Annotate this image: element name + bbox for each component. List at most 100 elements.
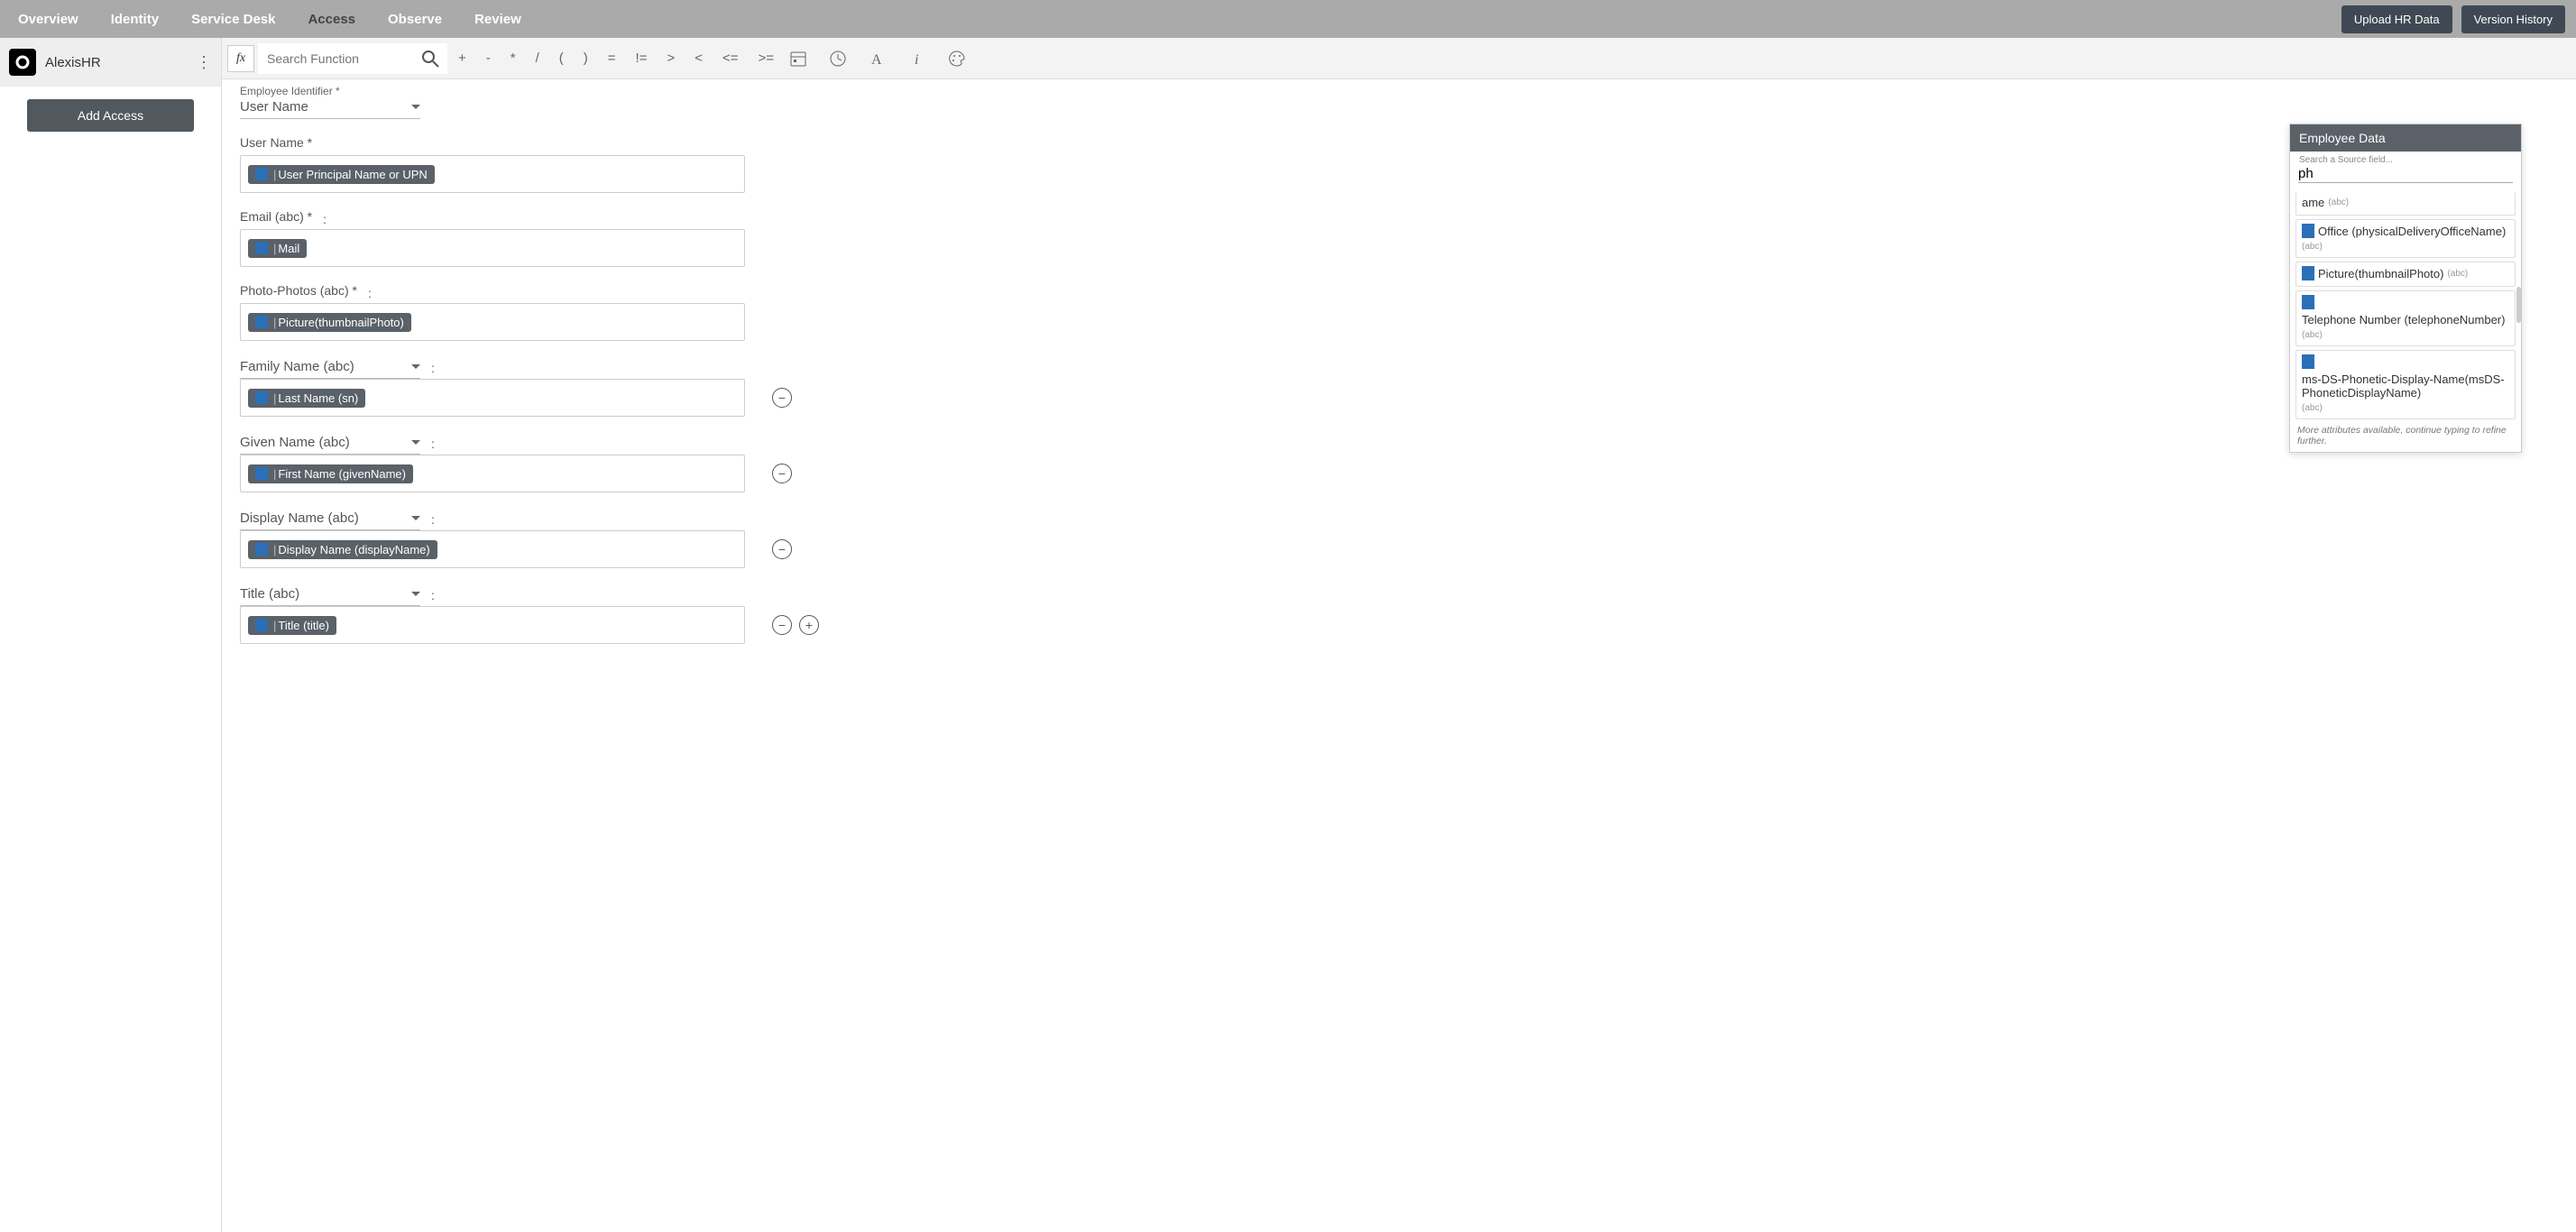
date-icon[interactable] — [785, 47, 812, 70]
remove-field-button[interactable]: − — [772, 615, 792, 635]
mapping-input[interactable]: |User Principal Name or UPN — [240, 155, 745, 193]
chip-label: Picture(thumbnailPhoto) — [278, 316, 403, 329]
operator-x[interactable]: - — [483, 49, 494, 68]
source-chip[interactable]: |Display Name (displayName) — [248, 540, 437, 559]
fx-icon[interactable]: fx — [227, 45, 254, 72]
mapping-input[interactable]: |Mail — [240, 229, 745, 267]
mapping-input[interactable]: |Title (title) — [240, 606, 745, 644]
field-group: Given Name (abc): |First Name (givenName)… — [240, 433, 1070, 492]
source-chip[interactable]: |Last Name (sn) — [248, 389, 365, 408]
panel-list: ame(abc) Office (physicalDeliveryOfficeNa… — [2290, 188, 2521, 423]
chevron-down-icon — [411, 516, 420, 520]
nav-item-review[interactable]: Review — [467, 3, 529, 36]
nav-item-overview[interactable]: Overview — [11, 3, 86, 36]
svg-text:i: i — [915, 52, 918, 68]
source-name: AlexisHR — [45, 55, 196, 70]
panel-item[interactable]: Picture(thumbnailPhoto) (abc) — [2295, 262, 2516, 287]
panel-item[interactable]: ms-DS-Phonetic-Display-Name(msDS-Phoneti… — [2295, 350, 2516, 419]
upload-hr-data-button[interactable]: Upload HR Data — [2341, 5, 2452, 33]
operator-x[interactable]: ( — [556, 49, 567, 68]
source-icon — [2302, 224, 2314, 238]
source-chip[interactable]: |User Principal Name or UPN — [248, 165, 435, 184]
mapping-input[interactable]: |First Name (givenName) — [240, 455, 745, 492]
field-label: Given Name (abc) — [240, 435, 350, 450]
field-label-select[interactable]: Title (abc) — [240, 584, 420, 606]
nav-item-observe[interactable]: Observe — [381, 3, 449, 36]
operator-x[interactable]: ) — [580, 49, 592, 68]
panel-item-label: Office (physicalDeliveryOfficeName) — [2318, 225, 2506, 238]
source-icon — [255, 391, 268, 404]
function-search-input[interactable] — [258, 43, 447, 74]
panel-item[interactable]: Office (physicalDeliveryOfficeName) (abc) — [2295, 219, 2516, 258]
chip-label: Last Name (sn) — [278, 391, 358, 405]
field-label-select[interactable]: Display Name (abc) — [240, 509, 420, 530]
operator-x[interactable]: + — [455, 49, 470, 68]
chip-label: User Principal Name or UPN — [278, 168, 427, 181]
chip-separator: | — [273, 242, 276, 255]
source-chip[interactable]: |First Name (givenName) — [248, 464, 413, 483]
mapping-input[interactable]: |Picture(thumbnailPhoto) — [240, 303, 745, 341]
svg-text:A: A — [871, 52, 882, 68]
source-chip[interactable]: |Picture(thumbnailPhoto) — [248, 313, 411, 332]
mapping-input[interactable]: |Display Name (displayName) — [240, 530, 745, 568]
field-label: Photo-Photos (abc) * — [240, 283, 357, 298]
chip-separator: | — [273, 316, 276, 329]
colon: : — [431, 437, 435, 451]
nav-item-identity[interactable]: Identity — [104, 3, 166, 36]
source-row[interactable]: AlexisHR ⋮ — [0, 38, 221, 87]
version-history-button[interactable]: Version History — [2461, 5, 2565, 33]
panel-item[interactable]: ame(abc) — [2295, 192, 2516, 216]
source-icon — [2302, 266, 2314, 280]
panel-search-input[interactable] — [2298, 165, 2513, 183]
palette-icon[interactable] — [943, 47, 971, 70]
field-label-select[interactable]: Family Name (abc) — [240, 357, 420, 379]
source-icon — [255, 168, 268, 180]
info-icon[interactable]: i — [904, 47, 931, 70]
operator-x[interactable]: / — [532, 49, 543, 68]
remove-field-button[interactable]: − — [772, 464, 792, 483]
add-access-button[interactable]: Add Access — [27, 99, 194, 132]
chip-separator: | — [273, 391, 276, 405]
panel-title: Employee Data — [2290, 124, 2521, 152]
nav-item-access[interactable]: Access — [300, 3, 363, 36]
chip-separator: | — [273, 619, 276, 632]
more-icon[interactable]: ⋮ — [196, 53, 212, 72]
source-icon — [2302, 354, 2314, 369]
font-icon[interactable]: A — [864, 47, 891, 70]
search-icon[interactable] — [420, 49, 440, 69]
panel-item-label: Picture(thumbnailPhoto) — [2318, 267, 2443, 280]
operator-xx[interactable]: <= — [719, 49, 742, 68]
remove-field-button[interactable]: − — [772, 539, 792, 559]
panel-item-type: (abc) — [2328, 198, 2349, 207]
chip-separator: | — [273, 467, 276, 481]
panel-item-type: (abc) — [2302, 242, 2323, 252]
nav-item-service-desk[interactable]: Service Desk — [184, 3, 282, 36]
form-area: Employee Identifier * User Name User Nam… — [222, 79, 1088, 696]
field-label: Title (abc) — [240, 586, 299, 602]
chip-label: First Name (givenName) — [278, 467, 406, 481]
field-label: Display Name (abc) — [240, 510, 359, 526]
add-field-button[interactable]: + — [799, 615, 819, 635]
mapping-input[interactable]: |Last Name (sn) — [240, 379, 745, 417]
source-chip[interactable]: |Mail — [248, 239, 307, 258]
operator-x[interactable]: = — [604, 49, 620, 68]
panel-item-label: ms-DS-Phonetic-Display-Name(msDS-Phoneti… — [2302, 372, 2509, 400]
clock-icon[interactable] — [824, 47, 851, 70]
employee-identifier-group: Employee Identifier * User Name — [240, 85, 1070, 119]
panel-item[interactable]: Telephone Number (telephoneNumber)(abc) — [2295, 290, 2516, 346]
employee-identifier-select[interactable]: User Name — [240, 97, 420, 119]
source-chip[interactable]: |Title (title) — [248, 616, 336, 635]
chip-label: Title (title) — [278, 619, 329, 632]
chevron-down-icon — [411, 440, 420, 445]
operator-xx[interactable]: != — [632, 49, 651, 68]
operator-x[interactable]: < — [691, 49, 706, 68]
panel-item-type: (abc) — [2447, 269, 2468, 279]
operator-x[interactable]: * — [507, 49, 520, 68]
source-icon — [255, 467, 268, 480]
scrollbar[interactable] — [2516, 287, 2521, 323]
operator-x[interactable]: > — [663, 49, 678, 68]
panel-note: More attributes available, continue typi… — [2290, 423, 2521, 452]
remove-field-button[interactable]: − — [772, 388, 792, 408]
field-label-select[interactable]: Given Name (abc) — [240, 433, 420, 455]
operator-xx[interactable]: >= — [755, 49, 778, 68]
